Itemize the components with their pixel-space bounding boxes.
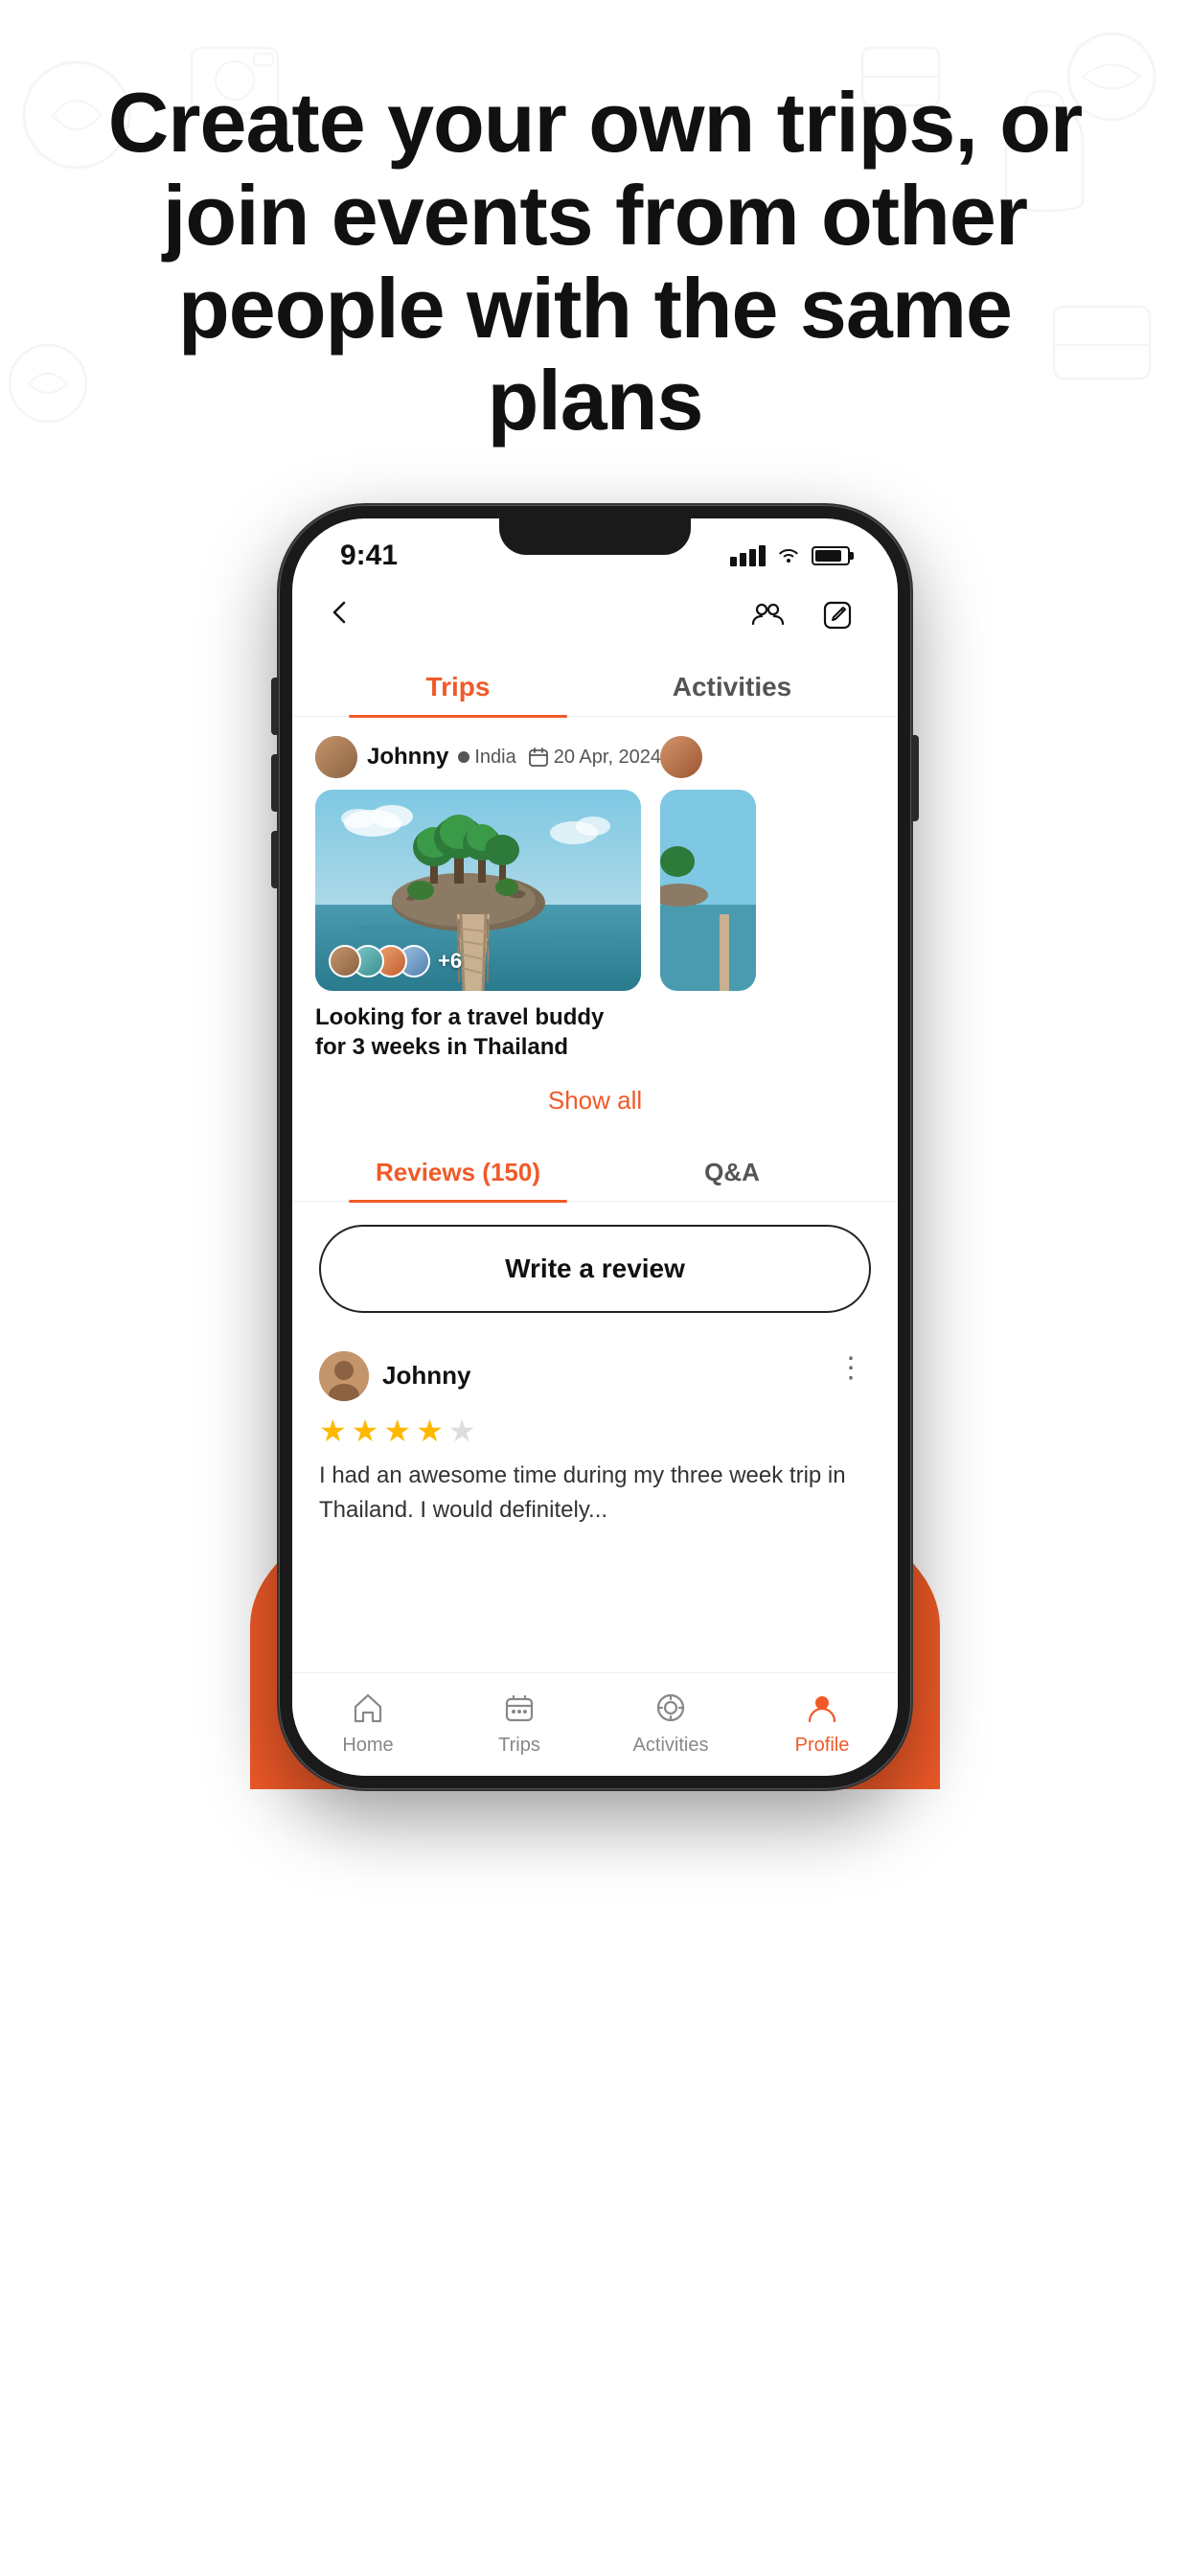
- nav-item-home[interactable]: Home: [292, 1687, 444, 1757]
- trip-meta: India 20 Apr, 2024: [458, 747, 661, 769]
- tab-activities[interactable]: Activities: [595, 656, 869, 716]
- status-icons: [730, 543, 850, 568]
- phone-frame: 9:41: [279, 505, 911, 1789]
- bottom-nav: Home Trips: [292, 1672, 898, 1776]
- hero-title: Create your own trips, or join events fr…: [77, 77, 1113, 448]
- signal-icon: [730, 545, 766, 566]
- nav-item-activities[interactable]: Activities: [595, 1687, 746, 1757]
- review-stars: ★ ★ ★ ★ ★: [319, 1413, 871, 1449]
- star-4: ★: [416, 1413, 444, 1449]
- star-3: ★: [383, 1413, 411, 1449]
- write-review-section: Write a review: [292, 1202, 898, 1332]
- tab-trips[interactable]: Trips: [321, 656, 595, 716]
- trip-image-partial: [660, 790, 756, 991]
- profile-icon: [801, 1687, 843, 1729]
- review-header: Johnny ⋮: [319, 1351, 871, 1401]
- nav-label-profile: Profile: [795, 1735, 850, 1757]
- trip-participants: +6: [329, 945, 462, 978]
- top-nav: [292, 580, 898, 656]
- phone-wrapper: 9:41: [0, 505, 1190, 1789]
- nav-actions: [741, 589, 863, 641]
- trip-card[interactable]: Johnny India: [315, 736, 641, 1062]
- review-user-info: Johnny: [319, 1351, 470, 1401]
- trip-list: Johnny India: [292, 717, 898, 1062]
- star-1: ★: [319, 1413, 347, 1449]
- trip-user-avatar: [315, 736, 357, 778]
- review-more-button[interactable]: ⋮: [831, 1351, 871, 1385]
- nav-label-home: Home: [342, 1735, 393, 1757]
- phone-notch: [499, 518, 691, 555]
- review-item: Johnny ⋮ ★ ★ ★ ★ ★ I had an awesome time…: [292, 1332, 898, 1547]
- trip-card-header: Johnny India: [315, 736, 641, 778]
- calendar-icon: [528, 747, 549, 768]
- back-button[interactable]: [327, 598, 354, 633]
- star-5: ★: [448, 1413, 476, 1449]
- trip-location: India: [458, 747, 515, 769]
- trip-user-avatar-partial: [660, 736, 702, 778]
- trips-icon: [498, 1687, 540, 1729]
- nav-item-trips[interactable]: Trips: [444, 1687, 595, 1757]
- location-dot: [458, 751, 469, 763]
- trip-date: 20 Apr, 2024: [528, 747, 661, 769]
- participant-avatar: [329, 945, 361, 978]
- screen-content[interactable]: Johnny India: [292, 717, 898, 1672]
- battery-icon: [812, 546, 850, 565]
- nav-item-profile[interactable]: Profile: [746, 1687, 898, 1757]
- wifi-icon: [777, 543, 800, 568]
- edit-button[interactable]: [812, 589, 863, 641]
- phone-screen: 9:41: [292, 518, 898, 1776]
- trip-title: Looking for a travel buddy for 3 weeks i…: [315, 1002, 641, 1062]
- show-all-section: Show all: [292, 1063, 898, 1142]
- nav-label-trips: Trips: [498, 1735, 540, 1757]
- review-text: I had an awesome time during my three we…: [319, 1459, 871, 1528]
- write-review-button[interactable]: Write a review: [319, 1225, 871, 1313]
- review-tabs: Reviews (150) Q&A: [292, 1142, 898, 1202]
- status-time: 9:41: [340, 540, 398, 572]
- trip-card-partial: [660, 736, 756, 1062]
- profile-group-button[interactable]: [741, 589, 792, 641]
- nav-label-activities: Activities: [633, 1735, 709, 1757]
- tab-qa[interactable]: Q&A: [595, 1142, 869, 1201]
- star-2: ★: [352, 1413, 379, 1449]
- review-avatar: [319, 1351, 369, 1401]
- trip-card-partial-header: [660, 736, 756, 778]
- participants-count: +6: [438, 949, 462, 974]
- show-all-button[interactable]: Show all: [548, 1086, 642, 1115]
- hero-section: Create your own trips, or join events fr…: [0, 0, 1190, 505]
- review-username: Johnny: [382, 1361, 470, 1391]
- bottom-spacer: [292, 1547, 898, 1566]
- trip-username: Johnny: [367, 744, 448, 770]
- tab-reviews[interactable]: Reviews (150): [321, 1142, 595, 1201]
- main-tabs: Trips Activities: [292, 656, 898, 717]
- activities-icon: [650, 1687, 692, 1729]
- home-icon: [347, 1687, 389, 1729]
- trip-image: +6: [315, 790, 641, 991]
